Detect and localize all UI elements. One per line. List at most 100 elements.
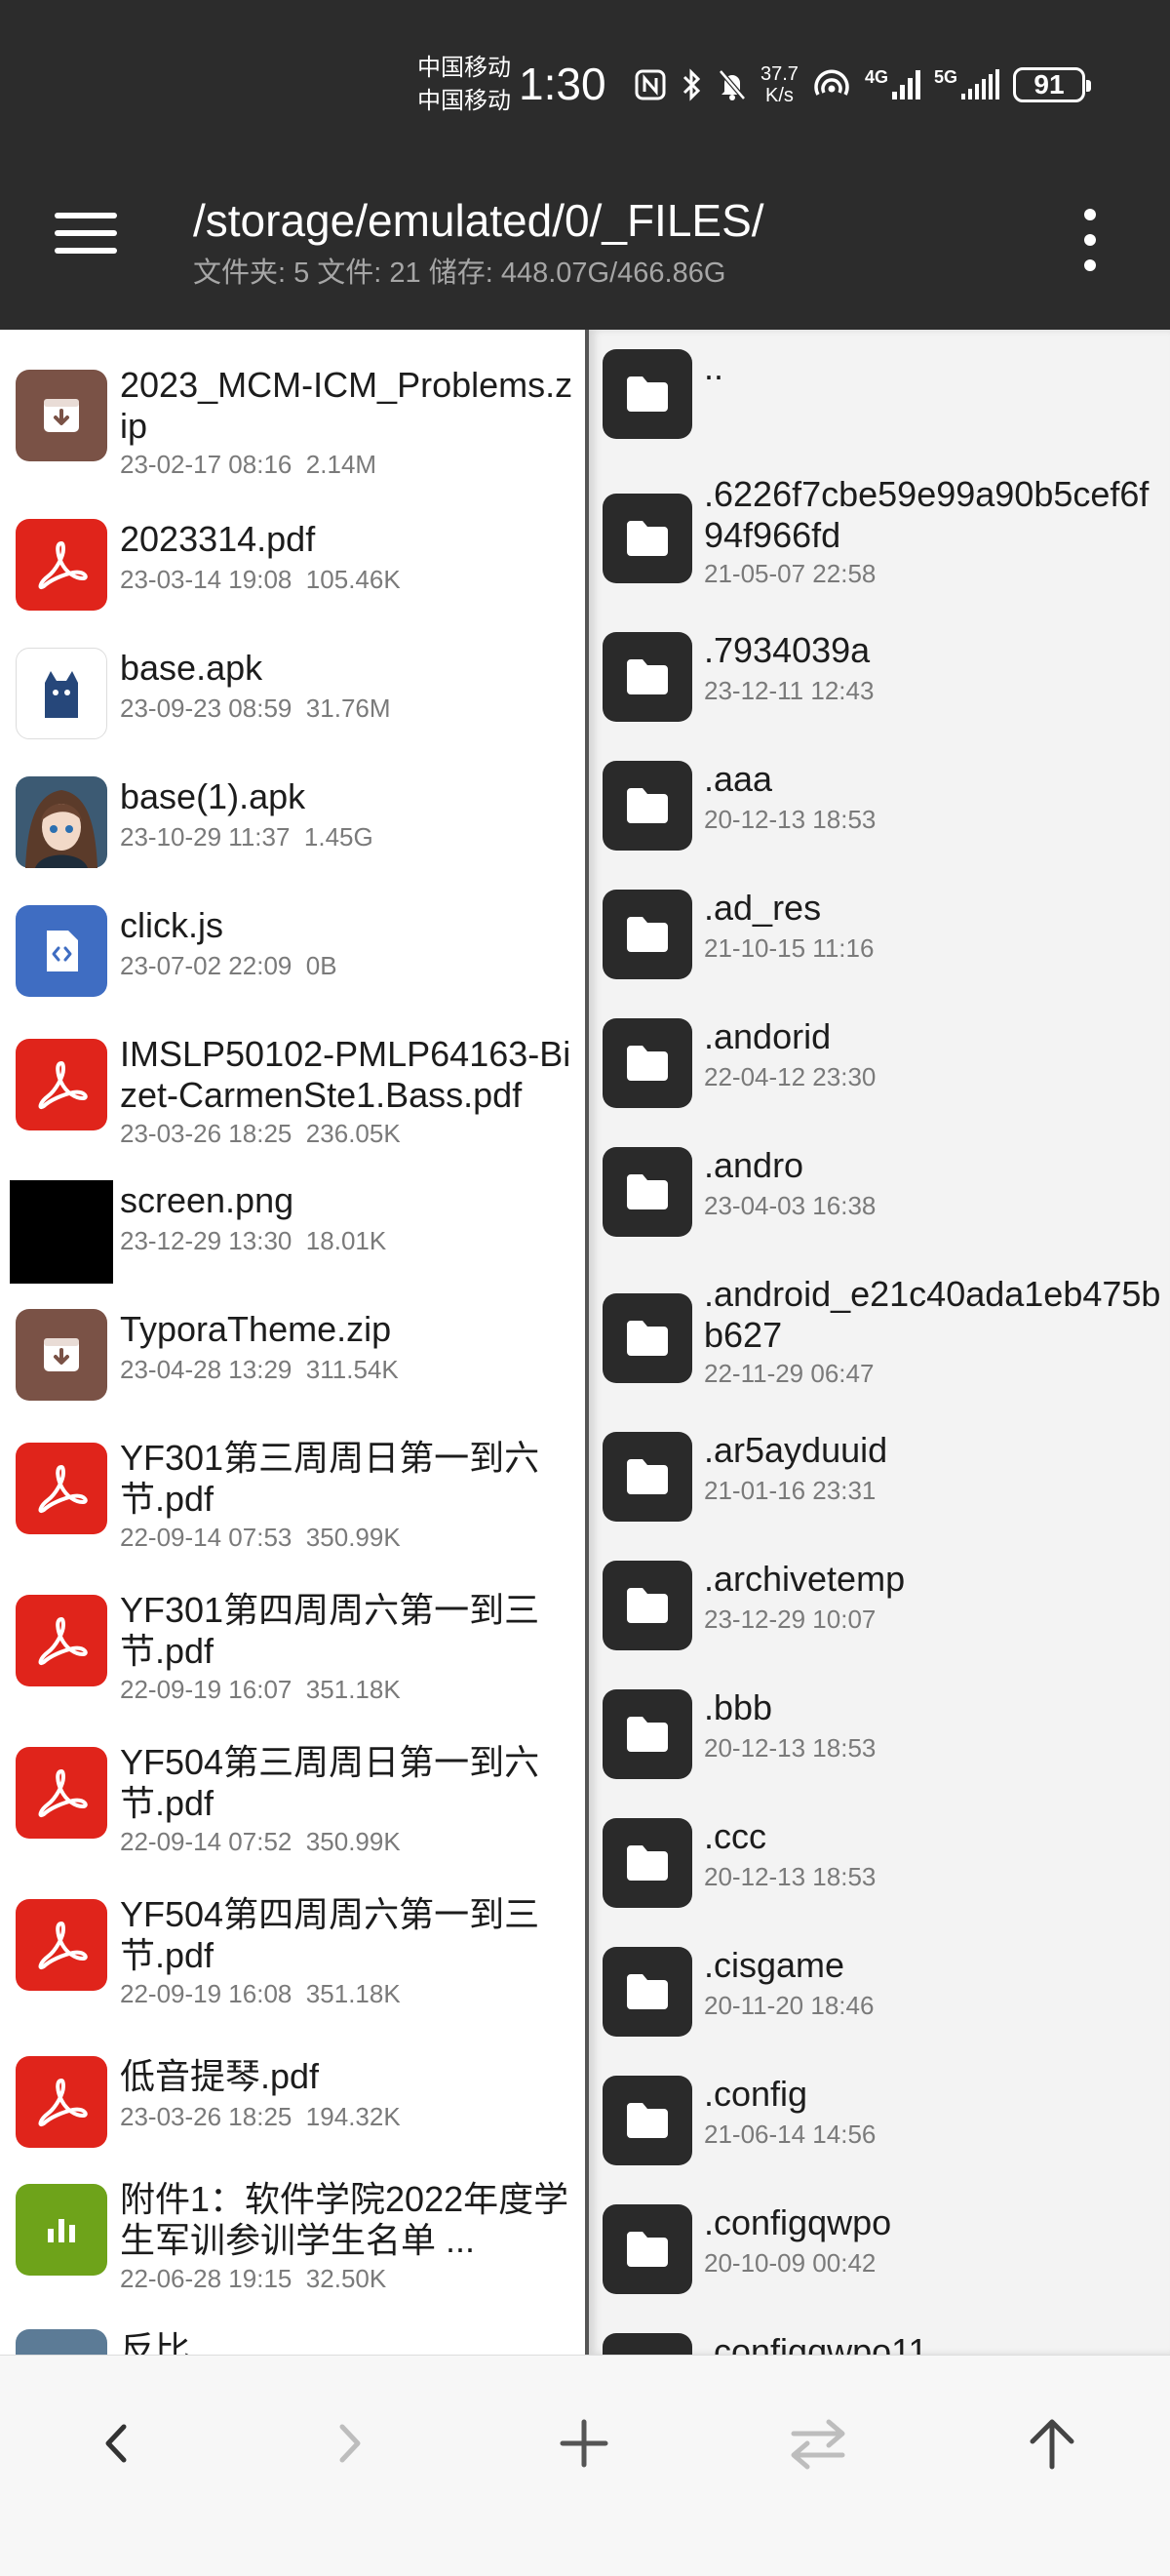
menu-icon[interactable] bbox=[55, 213, 117, 261]
file-meta: 23-09-23 08:59 31.76M bbox=[120, 694, 391, 723]
chevron-left-icon bbox=[105, 2424, 127, 2463]
folder-name: .andro bbox=[704, 1145, 804, 1185]
plus-icon bbox=[560, 2419, 608, 2468]
folder-meta: 22-11-29 06:47 bbox=[704, 1359, 875, 1388]
file-row[interactable]: YF301第三周周日第一到六节.pdf 22-09-14 07:53 350.99… bbox=[0, 1438, 585, 1576]
file-row[interactable]: 2023314.pdf 23-03-14 19:08 105.46K bbox=[0, 519, 585, 628]
file-icon bbox=[16, 2329, 107, 2355]
mute-icon bbox=[719, 69, 746, 100]
file-meta: 23-03-26 18:25 194.32K bbox=[120, 2102, 401, 2131]
folder-row[interactable]: .ar5ayduuid 21-01-16 23:31 bbox=[589, 1430, 1170, 1539]
folder-row[interactable]: .andro 23-04-03 16:38 bbox=[589, 1145, 1170, 1254]
apk-app-icon bbox=[16, 648, 107, 739]
file-meta: 23-04-28 13:29 311.54K bbox=[120, 1355, 399, 1384]
folder-row[interactable]: .andorid 22-04-12 23:30 bbox=[589, 1016, 1170, 1126]
folder-row[interactable]: .6226f7cbe59e99a90b5cef6f94f966fd 21-05-0… bbox=[589, 474, 1170, 613]
file-list-pane[interactable]: 2023_MCM-ICM_Problems.zip 23-02-17 08:16 … bbox=[0, 330, 585, 2355]
image-thumbnail bbox=[10, 1180, 113, 1284]
parent-dir-button[interactable] bbox=[1013, 2404, 1091, 2482]
file-name: 反比... bbox=[120, 2329, 220, 2355]
hotspot-icon bbox=[814, 69, 849, 96]
file-name: 2023_MCM-ICM_Problems.zip bbox=[120, 365, 573, 446]
file-row[interactable]: YF301第四周周六第一到三节.pdf 22-09-19 16:07 351.18… bbox=[0, 1590, 585, 1728]
file-meta: 23-07-02 22:09 0B bbox=[120, 951, 337, 980]
file-name: 低音提琴.pdf bbox=[120, 2056, 320, 2096]
file-row[interactable]: TyporaTheme.zip 23-04-28 13:29 311.54K bbox=[0, 1309, 585, 1418]
folder-row[interactable]: .archivetemp 23-12-29 10:07 bbox=[589, 1559, 1170, 1668]
folder-name: .archivetemp bbox=[704, 1559, 906, 1599]
folder-icon bbox=[603, 1432, 692, 1522]
folder-meta: 20-12-13 18:53 bbox=[704, 1733, 877, 1763]
file-row[interactable]: YF504第四周周六第一到三节.pdf 22-09-19 16:08 351.18… bbox=[0, 1894, 585, 2033]
current-path: /storage/emulated/0/_FILES/ bbox=[193, 195, 764, 246]
swap-icon bbox=[791, 2419, 845, 2470]
file-row[interactable]: 2023_MCM-ICM_Problems.zip 23-02-17 08:16 … bbox=[0, 365, 585, 503]
file-name: YF504第三周周日第一到六节.pdf bbox=[120, 1742, 540, 1823]
file-row[interactable]: base(1).apk 23-10-29 11:37 1.45G bbox=[0, 776, 585, 886]
folder-name: .6226f7cbe59e99a90b5cef6f94f966fd bbox=[704, 474, 1150, 555]
carrier-1: 中国移动 bbox=[417, 54, 511, 81]
file-meta: 23-12-29 13:30 18.01K bbox=[120, 1226, 387, 1255]
folder-icon bbox=[603, 1689, 692, 1779]
file-row[interactable]: 低音提琴.pdf 23-03-26 18:25 194.32K bbox=[0, 2056, 585, 2165]
folder-icon bbox=[603, 2333, 692, 2355]
archive-file-icon bbox=[16, 370, 107, 461]
spreadsheet-file-icon bbox=[16, 2184, 107, 2276]
folder-row[interactable]: .ccc 20-12-13 18:53 bbox=[589, 1816, 1170, 1925]
status-icons: 37.7 K/s 4G 5G 91 bbox=[634, 60, 1091, 109]
folder-name: .7934039a bbox=[704, 630, 871, 670]
file-name: 2023314.pdf bbox=[120, 519, 316, 559]
file-row[interactable]: YF504第三周周日第一到六节.pdf 22-09-14 07:52 350.99… bbox=[0, 1742, 585, 1881]
battery-icon: 91 bbox=[1012, 67, 1091, 102]
folder-row[interactable]: .ad_res 21-10-15 11:16 bbox=[589, 888, 1170, 997]
file-row[interactable]: click.js 23-07-02 22:09 0B bbox=[0, 905, 585, 1014]
pdf-file-icon bbox=[16, 519, 107, 611]
file-meta: 22-09-14 07:52 350.99K bbox=[120, 1827, 401, 1856]
arrow-up-icon bbox=[1030, 2419, 1074, 2470]
folder-row[interactable]: .config 21-06-14 14:56 bbox=[589, 2074, 1170, 2183]
folder-row[interactable]: .android_e21c40ada1eb475bb627 22-11-29 06… bbox=[589, 1274, 1170, 1412]
folder-row[interactable]: .bbb 20-12-13 18:53 bbox=[589, 1687, 1170, 1797]
file-meta: 23-03-14 19:08 105.46K bbox=[120, 565, 401, 594]
new-button[interactable] bbox=[545, 2404, 623, 2482]
folder-row[interactable]: .cisgame 20-11-20 18:46 bbox=[589, 1945, 1170, 2054]
nfc-icon bbox=[635, 69, 666, 100]
file-row[interactable]: IMSLP50102-PMLP64163-Bizet-CarmenSte1.Ba… bbox=[0, 1034, 585, 1172]
folder-meta: 20-11-20 18:46 bbox=[704, 1991, 875, 2020]
pdf-file-icon bbox=[16, 1595, 107, 1686]
folder-meta: 21-01-16 23:31 bbox=[704, 1476, 877, 1505]
folder-row[interactable]: .7934039a 23-12-11 12:43 bbox=[589, 630, 1170, 739]
folder-row[interactable]: .configqwpo 20-10-09 00:42 bbox=[589, 2202, 1170, 2312]
file-row[interactable]: 附件1：软件学院2022年度学生军训参训学生名单 ... 22-06-28 19:… bbox=[0, 2179, 585, 2318]
folder-row[interactable]: .configqwpo11 bbox=[589, 2331, 1170, 2355]
bluetooth-icon bbox=[682, 68, 701, 101]
swap-panes-button[interactable] bbox=[779, 2404, 857, 2482]
folder-meta: 22-04-12 23:30 bbox=[704, 1062, 877, 1091]
file-row[interactable]: base.apk 23-09-23 08:59 31.76M bbox=[0, 648, 585, 757]
network-speed: 37.7 K/s bbox=[760, 63, 799, 106]
file-meta: 22-09-14 07:53 350.99K bbox=[120, 1523, 401, 1552]
folder-meta: 21-10-15 11:16 bbox=[704, 933, 875, 963]
folder-name: .cisgame bbox=[704, 1945, 845, 1985]
folder-meta: 23-04-03 16:38 bbox=[704, 1191, 877, 1220]
folder-meta: 23-12-29 10:07 bbox=[704, 1605, 877, 1634]
chevron-right-icon bbox=[339, 2424, 361, 2463]
folder-icon bbox=[603, 1293, 692, 1383]
folder-name: .configqwpo bbox=[704, 2202, 892, 2242]
folder-icon bbox=[603, 494, 692, 583]
folder-list-pane[interactable]: .. .6226f7cbe59e99a90b5cef6f94f966fd 21-05… bbox=[589, 330, 1170, 2355]
folder-name: .android_e21c40ada1eb475bb627 bbox=[704, 1274, 1161, 1355]
back-button[interactable] bbox=[77, 2404, 155, 2482]
file-row[interactable]: 反比... bbox=[0, 2329, 585, 2355]
more-options-icon[interactable] bbox=[1076, 209, 1104, 273]
file-name: click.js bbox=[120, 905, 223, 945]
file-row[interactable]: screen.png 23-12-29 13:30 18.01K bbox=[0, 1180, 585, 1289]
folder-meta: 20-12-13 18:53 bbox=[704, 805, 877, 834]
file-name: screen.png bbox=[120, 1180, 294, 1220]
folder-meta: 20-12-13 18:53 bbox=[704, 1862, 877, 1891]
folder-row[interactable]: .. bbox=[589, 347, 1170, 456]
folder-name: .ad_res bbox=[704, 888, 822, 928]
folder-row[interactable]: .aaa 20-12-13 18:53 bbox=[589, 759, 1170, 868]
folder-meta: 23-12-11 12:43 bbox=[704, 676, 875, 705]
forward-button[interactable] bbox=[311, 2404, 389, 2482]
